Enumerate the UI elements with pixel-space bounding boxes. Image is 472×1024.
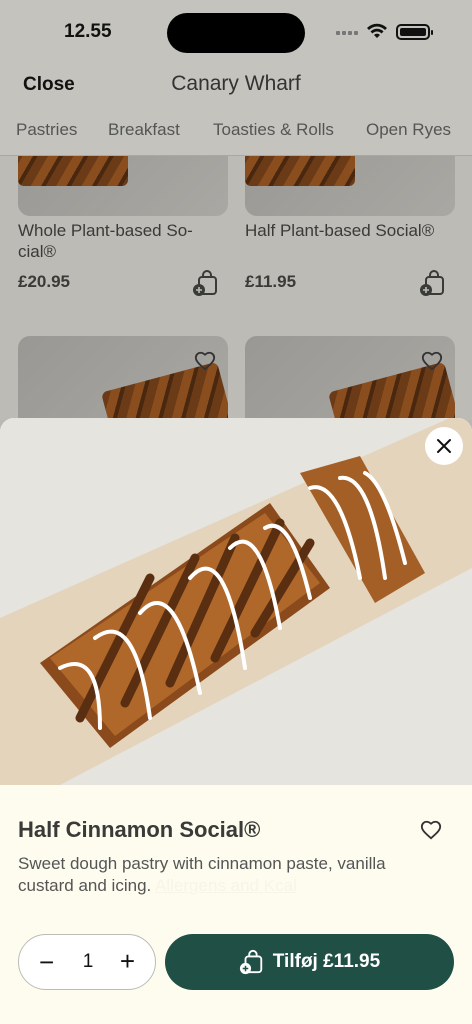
product-info: Half Cinnamon Social® Sweet dough pastry…	[0, 785, 472, 1024]
signal-icon	[336, 31, 360, 37]
top-nav: Close Canary Wharf	[0, 62, 472, 110]
product-price: £20.95	[18, 272, 70, 291]
product-image[interactable]	[245, 156, 455, 216]
product-image[interactable]	[18, 156, 228, 216]
add-to-bag-icon[interactable]	[419, 269, 447, 297]
close-icon	[437, 439, 451, 453]
product-image[interactable]	[245, 336, 455, 420]
close-sheet-button[interactable]	[425, 427, 463, 465]
product-hero-image	[0, 418, 472, 785]
increase-quantity-button[interactable]: +	[120, 946, 135, 977]
allergens-link[interactable]: Allergens and Kcal	[155, 876, 297, 895]
quantity-stepper: − 1 +	[18, 934, 156, 990]
wifi-icon	[367, 23, 387, 38]
product-title: Half Cinnamon Social®	[18, 817, 261, 842]
dynamic-island	[167, 13, 305, 53]
product-detail-sheet: Half Cinnamon Social® Sweet dough pastry…	[0, 418, 472, 1024]
tab-toasties-rolls[interactable]: Toasties & Rolls	[213, 120, 334, 140]
product-name: Half Plant-based Social®	[245, 221, 435, 240]
heart-icon[interactable]	[420, 819, 442, 841]
status-time: 12.55	[64, 21, 112, 42]
product-description: Sweet dough pastry with cinnamon paste, …	[18, 853, 438, 897]
category-tabs: Pastries Breakfast Toasties & Rolls Open…	[0, 110, 472, 156]
tab-breakfast[interactable]: Breakfast	[108, 120, 180, 140]
status-bar: 12.55	[0, 0, 472, 62]
tab-pastries[interactable]: Pastries	[16, 120, 77, 140]
product-image[interactable]	[18, 336, 228, 420]
tab-open-ryes[interactable]: Open Ryes	[366, 120, 451, 140]
pastry-photo	[0, 418, 472, 785]
heart-icon[interactable]	[421, 350, 443, 372]
battery-icon	[396, 24, 433, 40]
product-price: £11.95	[245, 272, 297, 291]
add-to-bag-icon[interactable]	[192, 269, 220, 297]
add-to-basket-label: Tilføj £11.95	[272, 951, 381, 972]
add-to-basket-button[interactable]: Tilføj £11.95	[165, 934, 454, 990]
add-to-bag-icon	[239, 949, 263, 975]
product-grid: Whole Plant-based So-cial® Half Plant-ba…	[0, 156, 472, 420]
quantity-value: 1	[82, 951, 94, 972]
store-title: Canary Wharf	[171, 72, 301, 95]
product-name: Whole Plant-based So-cial®	[18, 221, 193, 261]
heart-icon[interactable]	[194, 350, 216, 372]
